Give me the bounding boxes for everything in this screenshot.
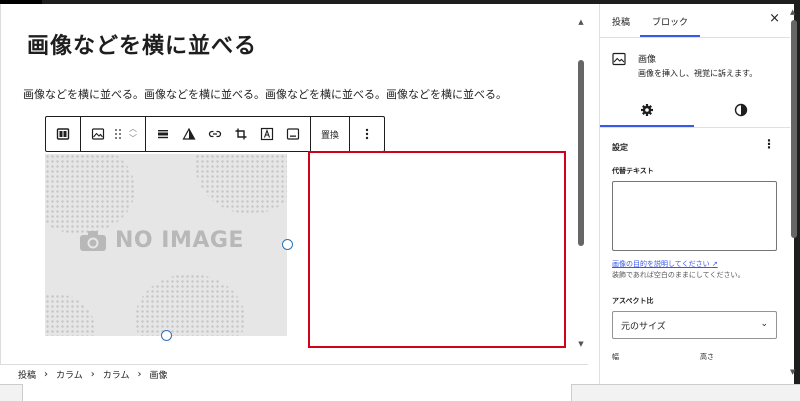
alt-text-field[interactable] [612, 181, 777, 251]
window-bottom-panel [22, 384, 572, 401]
alt-text-help-link-text[interactable]: 画像の目的を説明してください [612, 260, 710, 268]
height-label: 高さ [700, 353, 714, 361]
post-title[interactable]: 画像などを横に並べる [27, 28, 257, 60]
replace-button[interactable]: 置換 [315, 117, 345, 151]
duotone-button[interactable] [176, 117, 202, 151]
sidebar-scroll-up-icon[interactable]: ▲ [790, 8, 795, 16]
halftone-pattern [135, 274, 245, 336]
crop-button[interactable] [228, 117, 254, 151]
settings-panel-title[interactable]: 設定 [612, 142, 628, 153]
resize-handle-bottom[interactable] [161, 330, 172, 341]
alt-text-help-link[interactable]: 画像の目的を説明してください ↗ [612, 259, 718, 269]
no-image-label: NO IMAGE [79, 228, 244, 253]
close-icon[interactable]: × [769, 11, 780, 26]
align-icon [158, 130, 168, 139]
crop-icon [235, 128, 247, 140]
block-type-image-button[interactable] [85, 117, 111, 151]
sidebar-scroll-down-icon[interactable]: ▼ [790, 368, 795, 376]
chevron-down-icon: ⌄ [760, 319, 768, 329]
toolbar-group-tools [146, 117, 311, 151]
camera-icon [80, 230, 106, 251]
align-button[interactable] [150, 117, 176, 151]
drag-dots-icon [115, 129, 121, 139]
canvas-scroll-down-icon[interactable]: ▼ [577, 340, 585, 348]
image-icon [91, 128, 105, 140]
alt-text-help: 装飾であれば空白のままにしてください。 [612, 271, 745, 279]
more-vertical-icon [365, 128, 369, 140]
tab-block[interactable]: ブロック [652, 15, 688, 28]
link-button[interactable] [202, 117, 228, 151]
move-up-icon[interactable]: ︿ [129, 124, 137, 134]
aspect-ratio-label: アスペクト比 [612, 297, 654, 305]
active-tab-indicator [640, 35, 700, 37]
block-movers[interactable]: ︿ ﹀ [125, 117, 141, 151]
text-overlay-icon [260, 127, 274, 141]
columns-icon [56, 128, 70, 140]
aspect-ratio-select[interactable]: 元のサイズ ⌄ [612, 311, 777, 339]
breadcrumb-item-post[interactable]: 投稿 [18, 368, 36, 381]
options-button[interactable] [354, 117, 380, 151]
settings-sidebar: 投稿 ブロック × 画像 画像を挿入し、視覚に訴えます。 設定 ⋮ 代替テキスト… [599, 4, 790, 384]
gear-icon[interactable] [640, 103, 654, 117]
chevron-right-icon: › [44, 369, 49, 380]
chevron-right-icon: › [90, 369, 95, 380]
breadcrumb-item-image[interactable]: 画像 [149, 368, 167, 381]
text-overlay-button[interactable] [254, 117, 280, 151]
sidebar-scrollbar-thumb[interactable] [791, 20, 797, 238]
toolbar-group-block: ︿ ﹀ [81, 117, 146, 151]
inspector-tabs [600, 94, 790, 128]
image-block[interactable]: NO IMAGE [45, 154, 287, 336]
editor-canvas[interactable]: 画像などを横に並べる 画像などを横に並べる。画像などを横に並べる。画像などを横に… [0, 4, 588, 364]
image-icon [612, 52, 626, 66]
select-parent-columns-button[interactable] [50, 117, 76, 151]
active-subtab-indicator [600, 125, 694, 127]
halftone-pattern [45, 294, 95, 336]
selected-column-outline[interactable] [308, 151, 566, 348]
block-card-title: 画像 [638, 55, 657, 65]
block-breadcrumb: 投稿 › カラム › カラム › 画像 [0, 364, 588, 384]
toolbar-group-parent [46, 117, 81, 151]
duotone-icon [182, 127, 196, 140]
canvas-scroll-up-icon[interactable]: ▲ [577, 18, 585, 26]
block-card-description: 画像を挿入し、視覚に訴えます。 [638, 69, 758, 78]
breadcrumb-item-columns[interactable]: カラム [56, 368, 83, 381]
caption-button[interactable] [280, 117, 306, 151]
styles-icon[interactable] [734, 103, 748, 117]
halftone-pattern [45, 154, 135, 234]
more-vertical-icon[interactable]: ⋮ [763, 137, 775, 151]
width-label: 幅 [612, 353, 619, 361]
toolbar-group-replace: 置換 [311, 117, 351, 151]
toolbar-group-options [350, 117, 384, 151]
move-down-icon[interactable]: ﹀ [129, 134, 137, 144]
halftone-pattern [195, 154, 287, 214]
chevron-right-icon: › [137, 369, 142, 380]
breadcrumb-item-column[interactable]: カラム [103, 368, 130, 381]
paragraph-block[interactable]: 画像などを横に並べる。画像などを横に並べる。画像などを横に並べる。画像などを横に… [23, 86, 507, 102]
alt-text-label: 代替テキスト [612, 167, 654, 175]
caption-icon [286, 128, 300, 140]
resize-handle-right[interactable] [282, 239, 293, 250]
external-link-icon: ↗ [711, 260, 718, 268]
no-image-text: NO IMAGE [115, 228, 244, 253]
block-toolbar: ︿ ﹀ 置換 [45, 116, 386, 152]
link-icon [208, 130, 222, 138]
aspect-ratio-value: 元のサイズ [621, 321, 666, 332]
drag-handle-icon[interactable] [111, 117, 125, 151]
canvas-scrollbar-thumb[interactable] [578, 60, 584, 246]
tab-post[interactable]: 投稿 [612, 15, 630, 28]
sidebar-tabs: 投稿 ブロック × [600, 4, 790, 38]
